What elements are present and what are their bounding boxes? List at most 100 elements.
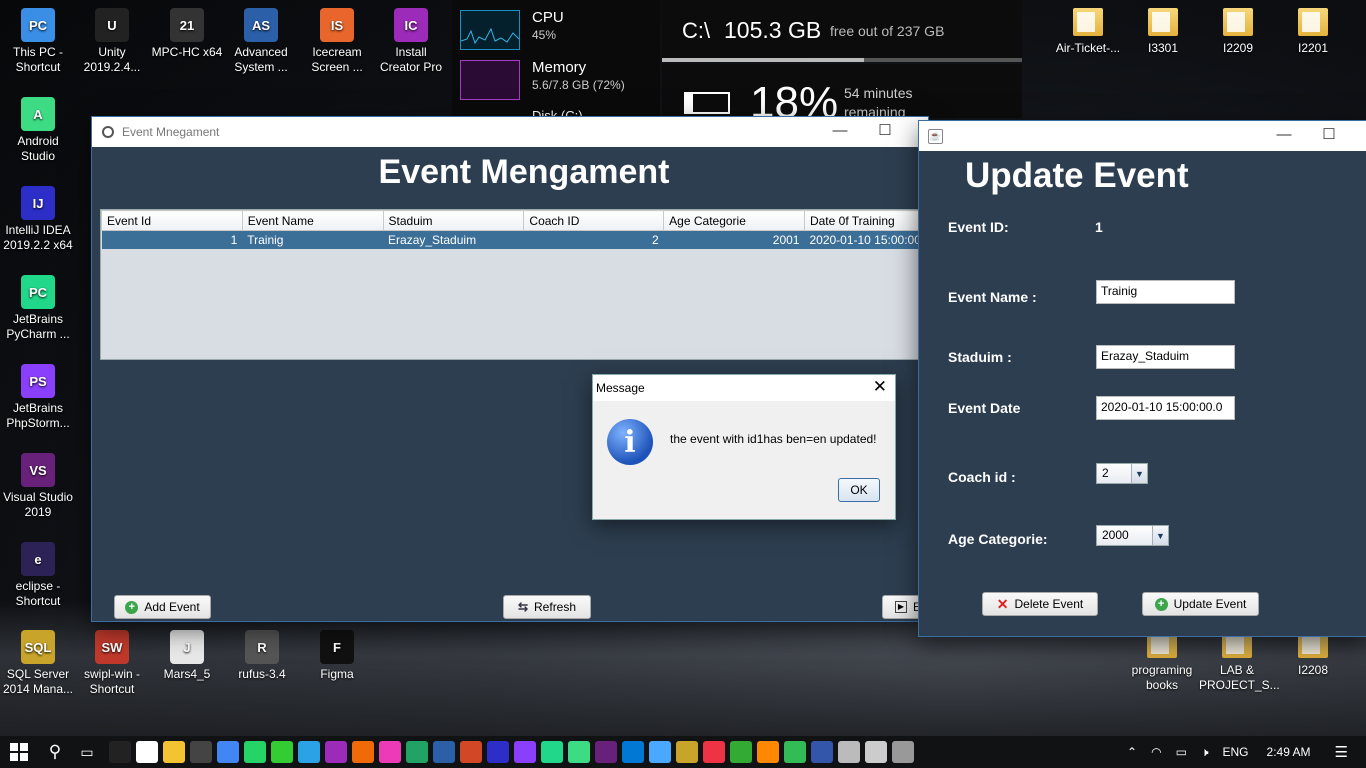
minimize-icon[interactable]: — <box>817 117 863 147</box>
column-header[interactable]: Date 0f Training <box>803 210 927 231</box>
add-event-button[interactable]: + Add Event <box>114 595 211 619</box>
desktop-icon[interactable]: IC Install Creator Pro <box>373 8 449 75</box>
update-event-button[interactable]: + Update Event <box>1142 592 1259 616</box>
desktop-icon[interactable]: J Mars4_5 <box>149 630 225 682</box>
language-indicator[interactable]: ENG <box>1223 745 1249 759</box>
folder-item[interactable]: programing books <box>1124 630 1200 693</box>
minimize-icon[interactable]: — <box>1261 121 1307 151</box>
desktop-icon[interactable]: AS Advanced System ... <box>223 8 299 75</box>
taskbar-app-icon[interactable] <box>297 741 320 763</box>
update-window-titlebar[interactable]: ☕ — ☐ <box>919 121 1366 151</box>
desktop-icon[interactable]: Rrufus-3.4 <box>224 630 300 682</box>
taskbar-app-icon[interactable] <box>405 741 428 763</box>
taskbar-app-icon[interactable] <box>513 741 536 763</box>
wifi-icon[interactable]: ◠ <box>1151 745 1161 759</box>
taskbar-app-icon[interactable] <box>378 741 401 763</box>
folder-item[interactable]: I2209 <box>1200 8 1276 56</box>
table-row[interactable]: 1 Trainig Erazay_Staduim 2 2001 2020-01-10 15… <box>101 230 927 249</box>
taskbar-app-icon[interactable] <box>864 741 887 763</box>
event-date-label: Event Date <box>948 400 1021 416</box>
maximize-icon[interactable]: ☐ <box>1306 121 1352 151</box>
search-icon[interactable]: ⚲ <box>42 742 68 762</box>
taskbar-app-icon[interactable] <box>567 741 590 763</box>
column-header[interactable]: Event Name <box>241 210 384 231</box>
window-titlebar[interactable]: Event Mnegament — ☐ <box>92 117 928 147</box>
desktop-icon[interactable]: 21 MPC-HC x64 <box>149 8 225 60</box>
column-header[interactable]: Age Categorie <box>663 210 805 231</box>
taskbar-app-icon[interactable] <box>459 741 482 763</box>
event-name-field[interactable]: Trainig <box>1096 280 1235 304</box>
table-cell[interactable]: 1 <box>101 230 243 249</box>
maximize-icon[interactable]: ☐ <box>862 117 908 147</box>
chevron-down-icon[interactable]: ▼ <box>1131 464 1147 483</box>
chevron-down-icon[interactable]: ▼ <box>1152 526 1168 545</box>
desktop-icon[interactable]: F Figma <box>299 630 375 682</box>
taskbar-app-icon[interactable] <box>135 741 158 763</box>
column-header[interactable]: Coach ID <box>523 210 665 231</box>
folder-item[interactable]: I3301 <box>1125 8 1201 56</box>
battery-tray-icon[interactable]: ▭ <box>1176 745 1187 759</box>
folder-item[interactable]: I2201 <box>1275 8 1351 56</box>
taskbar-app-icon[interactable] <box>594 741 617 763</box>
taskbar-app-icon[interactable] <box>540 741 563 763</box>
desktop-icon[interactable]: A Android Studio <box>0 97 76 164</box>
taskbar-app-icon[interactable] <box>162 741 185 763</box>
desktop-icon[interactable]: PC This PC - Shortcut <box>0 8 76 75</box>
start-icon[interactable] <box>6 739 32 765</box>
refresh-button[interactable]: ⇆ Refresh <box>503 595 591 619</box>
taskbar-app-icon[interactable] <box>324 741 347 763</box>
folder-item[interactable]: Air-Ticket-... <box>1050 8 1126 56</box>
desktop-icon[interactable]: PC JetBrains PyCharm ... <box>0 275 76 342</box>
taskbar-app-icon[interactable] <box>891 741 914 763</box>
chevron-up-icon[interactable]: ⌃ <box>1127 745 1137 759</box>
taskbar-app-icon[interactable] <box>189 741 212 763</box>
taskbar-app-icon[interactable] <box>810 741 833 763</box>
age-category-select[interactable]: 2000 ▼ <box>1096 525 1169 546</box>
taskbar-app-icon[interactable] <box>432 741 455 763</box>
taskbar-app-icon[interactable] <box>702 741 725 763</box>
folder-item[interactable]: LAB & PROJECT_S... <box>1199 630 1280 693</box>
taskbar-app-icon[interactable] <box>351 741 374 763</box>
desktop-icon[interactable]: SQL SQL Server 2014 Mana... <box>0 630 76 697</box>
stadium-field[interactable]: Erazay_Staduim <box>1096 345 1235 369</box>
desktop-icon[interactable]: SW swipl-win - Shortcut <box>74 630 150 697</box>
column-header[interactable]: Staduim <box>382 210 525 231</box>
ok-button[interactable]: OK <box>838 478 880 502</box>
desktop-icon[interactable]: IJ IntelliJ IDEA 2019.2.2 x64 <box>0 186 76 253</box>
table-cell[interactable]: Erazay_Staduim <box>383 230 524 249</box>
desktop-icon[interactable]: IS Icecream Screen ... <box>299 8 375 75</box>
taskbar-app-icon[interactable] <box>108 741 131 763</box>
taskbar-app-icon[interactable] <box>486 741 509 763</box>
taskbar-app-icon[interactable] <box>648 741 671 763</box>
table-cell[interactable]: Trainig <box>242 230 384 249</box>
task-view-icon[interactable]: ▭ <box>74 744 100 761</box>
clock[interactable]: 2:49 AM <box>1267 745 1311 759</box>
taskbar-app-icon[interactable] <box>270 741 293 763</box>
taskbar-app-icon[interactable] <box>783 741 806 763</box>
table-cell[interactable]: 2001 <box>663 230 805 249</box>
taskbar-app-icon[interactable] <box>216 741 239 763</box>
coach-id-select[interactable]: 2 ▼ <box>1096 463 1148 484</box>
folder-item[interactable]: I2208 <box>1275 630 1351 678</box>
taskbar-app-icon[interactable] <box>729 741 752 763</box>
taskbar-app-icon[interactable] <box>837 741 860 763</box>
delete-event-button[interactable]: ✕ Delete Event <box>982 592 1098 616</box>
volume-icon[interactable]: 🕨 <box>1201 745 1209 760</box>
notification-icon[interactable]: ☰ <box>1335 743 1348 761</box>
folder-label: I3301 <box>1147 41 1179 55</box>
table-header: Event Id Event Name Staduim Coach ID Age Cat… <box>101 210 927 231</box>
desktop-icon[interactable]: U Unity 2019.2.4... <box>74 8 150 75</box>
desktop-icon[interactable]: VS Visual Studio 2019 <box>0 453 76 520</box>
taskbar-app-icon[interactable] <box>243 741 266 763</box>
event-date-field[interactable]: 2020-01-10 15:00:00.0 <box>1096 396 1235 420</box>
taskbar-app-icon[interactable] <box>621 741 644 763</box>
taskbar-app-icon[interactable] <box>756 741 779 763</box>
table-cell[interactable]: 2 <box>523 230 664 249</box>
table-cell[interactable]: 2020-01-10 15:00:00.0 <box>804 230 927 249</box>
desktop-icon[interactable]: e eclipse - Shortcut <box>0 542 76 609</box>
taskbar-app-icon[interactable] <box>675 741 698 763</box>
column-header[interactable]: Event Id <box>101 210 243 231</box>
dialog-titlebar[interactable]: Message ✕ <box>593 375 895 401</box>
desktop-icon[interactable]: PS JetBrains PhpStorm... <box>0 364 76 431</box>
close-icon[interactable]: ✕ <box>873 377 887 397</box>
